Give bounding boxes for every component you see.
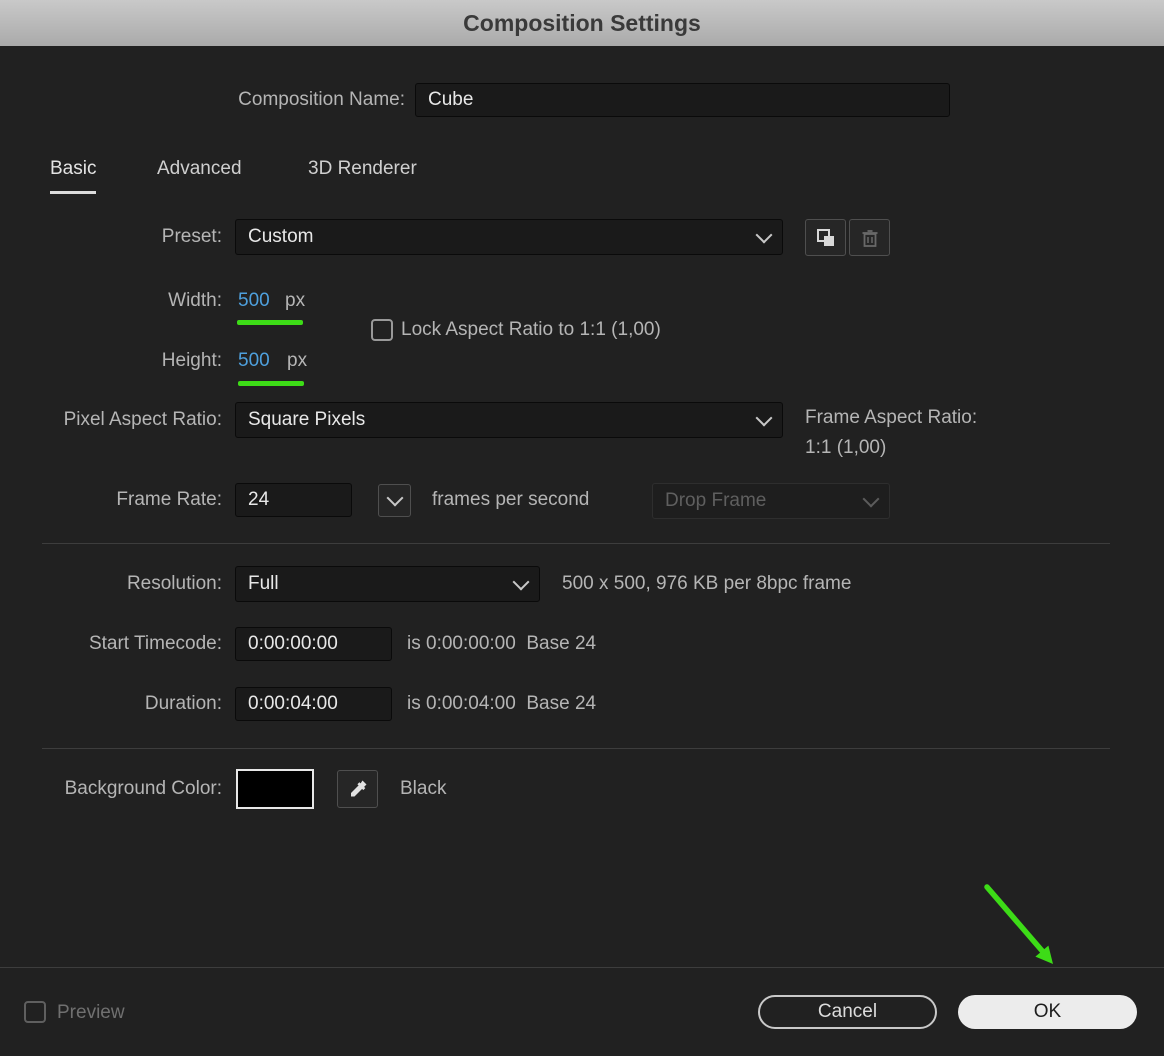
- frame-rate-value: 24: [248, 489, 270, 510]
- lock-aspect-label: Lock Aspect Ratio to 1:1 (1,00): [401, 319, 661, 340]
- pixel-aspect-ratio-label: Pixel Aspect Ratio:: [63, 409, 222, 430]
- height-unit: px: [287, 350, 308, 371]
- frame-rate-input[interactable]: 24: [235, 483, 352, 517]
- resolution-value: Full: [248, 573, 279, 594]
- footer-divider: [0, 967, 1164, 968]
- annotation-arrow: [984, 884, 1053, 964]
- duration-info: is 0:00:04:00 Base 24: [407, 693, 597, 714]
- background-color-label: Background Color:: [64, 778, 222, 799]
- composition-name-value: Cube: [428, 89, 474, 110]
- composition-name-input[interactable]: Cube: [415, 83, 950, 117]
- preview-checkbox[interactable]: [24, 1001, 46, 1023]
- drop-frame-dropdown: Drop Frame: [652, 483, 890, 519]
- composition-name-label: Composition Name:: [238, 89, 405, 110]
- eyedropper-icon: [350, 780, 366, 797]
- chevron-down-icon: [755, 409, 773, 426]
- ok-button[interactable]: OK: [958, 995, 1137, 1029]
- height-value[interactable]: 500: [238, 349, 270, 373]
- height-label: Height:: [161, 350, 222, 371]
- frame-aspect-ratio-value: 1:1 (1,00): [805, 437, 887, 458]
- duration-value: 0:00:04:00: [248, 693, 338, 714]
- cancel-button[interactable]: Cancel: [758, 995, 937, 1029]
- pixel-aspect-ratio-dropdown[interactable]: Square Pixels: [235, 402, 783, 438]
- save-preset-button[interactable]: [805, 219, 846, 256]
- resolution-label: Resolution:: [126, 573, 222, 594]
- frame-rate-preset-button[interactable]: [378, 484, 411, 517]
- chevron-down-icon: [755, 226, 773, 243]
- width-value[interactable]: 500: [238, 289, 270, 313]
- lock-aspect-checkbox[interactable]: [371, 319, 393, 341]
- divider: [42, 543, 1110, 544]
- preset-value: Custom: [248, 226, 314, 247]
- eyedropper-button[interactable]: [337, 770, 378, 808]
- pixel-aspect-ratio-value: Square Pixels: [248, 409, 366, 430]
- start-timecode-value: 0:00:00:00: [248, 633, 338, 654]
- tab-3d-renderer[interactable]: 3D Renderer: [308, 158, 417, 191]
- composition-settings-dialog: Composition Settings Composition Name: C…: [0, 0, 1164, 1056]
- resolution-dropdown[interactable]: Full: [235, 566, 540, 602]
- width-label: Width:: [168, 290, 222, 311]
- frame-aspect-ratio-label: Frame Aspect Ratio:: [805, 407, 978, 428]
- chevron-down-icon: [386, 489, 403, 507]
- background-color-swatch[interactable]: [236, 769, 314, 809]
- save-preset-icon: [816, 228, 834, 246]
- preset-dropdown[interactable]: Custom: [235, 219, 783, 255]
- chevron-down-icon: [512, 573, 530, 590]
- preset-label: Preset:: [161, 226, 222, 247]
- dialog-titlebar: Composition Settings: [0, 0, 1164, 46]
- chevron-down-icon: [862, 490, 880, 507]
- delete-preset-button: [849, 219, 890, 256]
- annotation-underline-width: [237, 320, 303, 325]
- tab-advanced[interactable]: Advanced: [157, 158, 242, 191]
- duration-label: Duration:: [144, 693, 222, 714]
- dialog-title: Composition Settings: [463, 9, 701, 36]
- start-timecode-info: is 0:00:00:00 Base 24: [407, 633, 597, 654]
- preview-label: Preview: [57, 1002, 125, 1023]
- drop-frame-value: Drop Frame: [665, 490, 767, 511]
- divider: [42, 748, 1110, 749]
- background-color-name: Black: [400, 778, 447, 799]
- duration-input[interactable]: 0:00:04:00: [235, 687, 392, 721]
- start-timecode-label: Start Timecode:: [88, 633, 222, 654]
- annotation-underline-height: [238, 381, 304, 386]
- start-timecode-input[interactable]: 0:00:00:00: [235, 627, 392, 661]
- width-unit: px: [285, 290, 306, 311]
- resolution-info: 500 x 500, 976 KB per 8bpc frame: [562, 573, 852, 594]
- frame-rate-label: Frame Rate:: [116, 489, 222, 510]
- frame-rate-unit: frames per second: [432, 489, 590, 510]
- trash-icon: [862, 229, 877, 247]
- tab-basic[interactable]: Basic: [50, 158, 97, 194]
